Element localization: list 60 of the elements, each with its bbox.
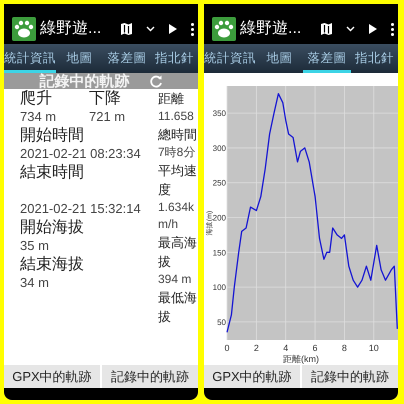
y-tick-label: 300 bbox=[212, 144, 226, 153]
x-tick-label: 4 bbox=[283, 343, 288, 353]
stat-label: 最高海拔 bbox=[158, 234, 198, 271]
tab[interactable]: 地圖 bbox=[256, 44, 304, 73]
stat-value: 34 m bbox=[20, 274, 50, 292]
more-icon[interactable] bbox=[391, 22, 394, 36]
x-tick-label: 2 bbox=[254, 343, 259, 353]
x-axis-title: 距離(km) bbox=[283, 354, 319, 364]
refresh-icon[interactable] bbox=[150, 74, 162, 88]
caret-down-icon[interactable] bbox=[146, 26, 155, 32]
more-icon[interactable] bbox=[191, 22, 194, 36]
tab[interactable]: 指北針 bbox=[150, 44, 198, 73]
app-title: 綠野遊... bbox=[240, 19, 302, 39]
tab[interactable]: 統計資訊 bbox=[204, 44, 256, 73]
stat-label: 開始時間 bbox=[20, 126, 85, 145]
stat-value: 11.658 bbox=[158, 108, 195, 125]
stat-value: 1.634km/h bbox=[158, 199, 196, 233]
map-icon[interactable] bbox=[121, 23, 132, 35]
bottom-button[interactable]: 記錄中的軌跡 bbox=[302, 365, 398, 388]
x-tick-label: 10 bbox=[368, 343, 379, 353]
y-tick-label: 350 bbox=[212, 109, 226, 118]
stat-value: 2021-02-21 08:23:34 bbox=[20, 145, 142, 163]
caret-down-icon[interactable] bbox=[346, 26, 355, 32]
app-logo-icon bbox=[12, 17, 36, 41]
app-title: 綠野遊... bbox=[40, 19, 102, 39]
app-logo-icon bbox=[212, 17, 236, 41]
section-title: 記錄中的軌跡 bbox=[40, 74, 130, 88]
stat-label: 總時間 bbox=[158, 126, 198, 144]
tab[interactable]: 落差圖 bbox=[103, 44, 151, 73]
bottom-button[interactable]: 記錄中的軌跡 bbox=[102, 365, 198, 388]
x-tick-label: 6 bbox=[312, 343, 318, 353]
stat-value: 2021-02-21 15:32:14 bbox=[20, 200, 142, 218]
stat-label: 最低海拔 bbox=[158, 289, 198, 326]
y-tick-label: 50 bbox=[217, 318, 226, 327]
stat-label: 平均速度 bbox=[158, 162, 198, 199]
y-tick-label: 200 bbox=[212, 214, 226, 223]
stat-value: 394 m bbox=[158, 271, 192, 288]
y-tick-label: 100 bbox=[212, 283, 226, 292]
bottom-button[interactable]: GPX中的軌跡 bbox=[4, 365, 100, 388]
stat-label: 爬升 bbox=[20, 89, 53, 108]
tab[interactable]: 指北針 bbox=[350, 44, 398, 73]
stat-label: 開始海拔 bbox=[20, 218, 85, 237]
stat-label: 結束時間 bbox=[20, 163, 85, 182]
x-tick-label: 8 bbox=[342, 343, 347, 353]
stat-label: 下降 bbox=[89, 89, 122, 108]
map-icon[interactable] bbox=[321, 23, 332, 35]
stat-value: 7時8分 bbox=[158, 144, 196, 161]
play-icon[interactable] bbox=[369, 24, 377, 34]
stat-label: 距離 bbox=[158, 90, 185, 108]
stat-value: 734 m bbox=[20, 108, 58, 126]
x-tick-label: 0 bbox=[224, 343, 230, 353]
y-tick-label: 250 bbox=[212, 178, 226, 188]
tab[interactable]: 地圖 bbox=[56, 44, 104, 73]
stat-value: 721 m bbox=[89, 108, 126, 126]
stat-label: 結束海拔 bbox=[20, 255, 85, 274]
stat-value: 35 m bbox=[20, 237, 50, 255]
play-icon[interactable] bbox=[169, 24, 177, 34]
bottom-button[interactable]: GPX中的軌跡 bbox=[204, 365, 300, 388]
tab[interactable]: 落差圖 bbox=[303, 44, 351, 73]
y-tick-label: 150 bbox=[212, 248, 226, 258]
